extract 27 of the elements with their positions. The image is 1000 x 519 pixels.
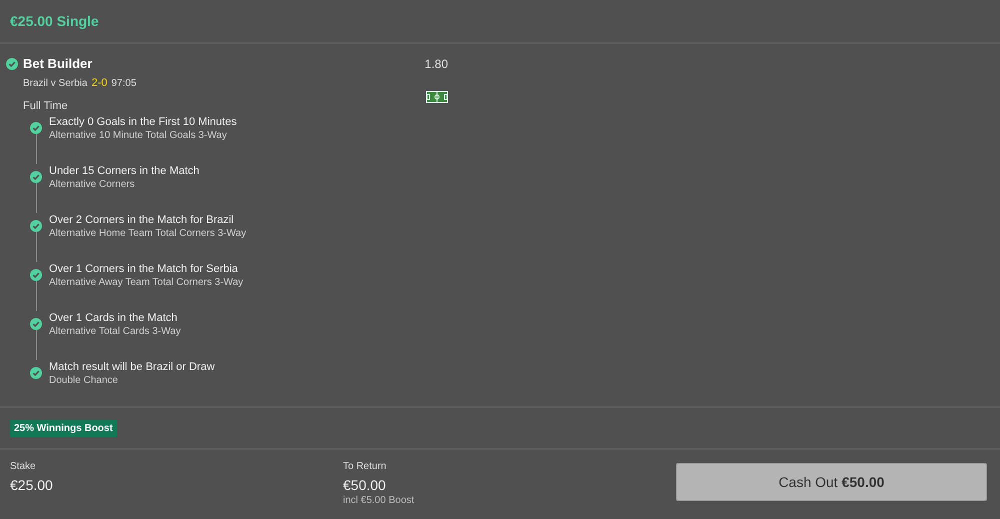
boost-badge: 25% Winnings Boost — [10, 420, 117, 436]
bet-builder-title: Bet Builder — [23, 56, 92, 71]
event-name: Brazil v Serbia — [23, 78, 88, 89]
market-name: Alternative Total Cards 3-Way — [49, 325, 181, 339]
score: 2-0 — [91, 77, 108, 89]
period-label: Full Time — [23, 100, 69, 112]
stake-label: Stake — [10, 461, 36, 472]
pitch-icon — [426, 91, 448, 103]
match-clock: 97:05 — [111, 78, 136, 89]
selection-name: Match result will be Brazil or Draw — [49, 360, 215, 374]
boost-note: incl €5.00 Boost — [343, 495, 414, 506]
market-name: Alternative Corners — [49, 178, 136, 192]
selection-name: Exactly 0 Goals in the First 10 Minutes — [49, 115, 237, 129]
stake-amount: €25.00 — [10, 477, 53, 493]
selection-name: Over 1 Corners in the Match for Serbia — [49, 262, 239, 276]
market-name: Alternative 10 Minute Total Goals 3-Way — [49, 129, 228, 143]
cash-out-button[interactable]: Cash Out €50.00 — [676, 463, 987, 501]
market-name: Alternative Home Team Total Corners 3-Way — [49, 227, 246, 241]
selection-name: Over 1 Cards in the Match — [49, 311, 178, 325]
selection-name: Over 2 Corners in the Match for Brazil — [49, 213, 235, 227]
bet-title: €25.00 Single — [10, 13, 99, 29]
return-label: To Return — [343, 461, 386, 472]
market-name: Double Chance — [49, 374, 119, 388]
selection-name: Under 15 Corners in the Match — [49, 164, 200, 178]
odds: 1.80 — [424, 57, 448, 71]
market-name: Alternative Away Team Total Corners 3-Way — [49, 276, 244, 290]
return-amount: €50.00 — [343, 477, 386, 493]
